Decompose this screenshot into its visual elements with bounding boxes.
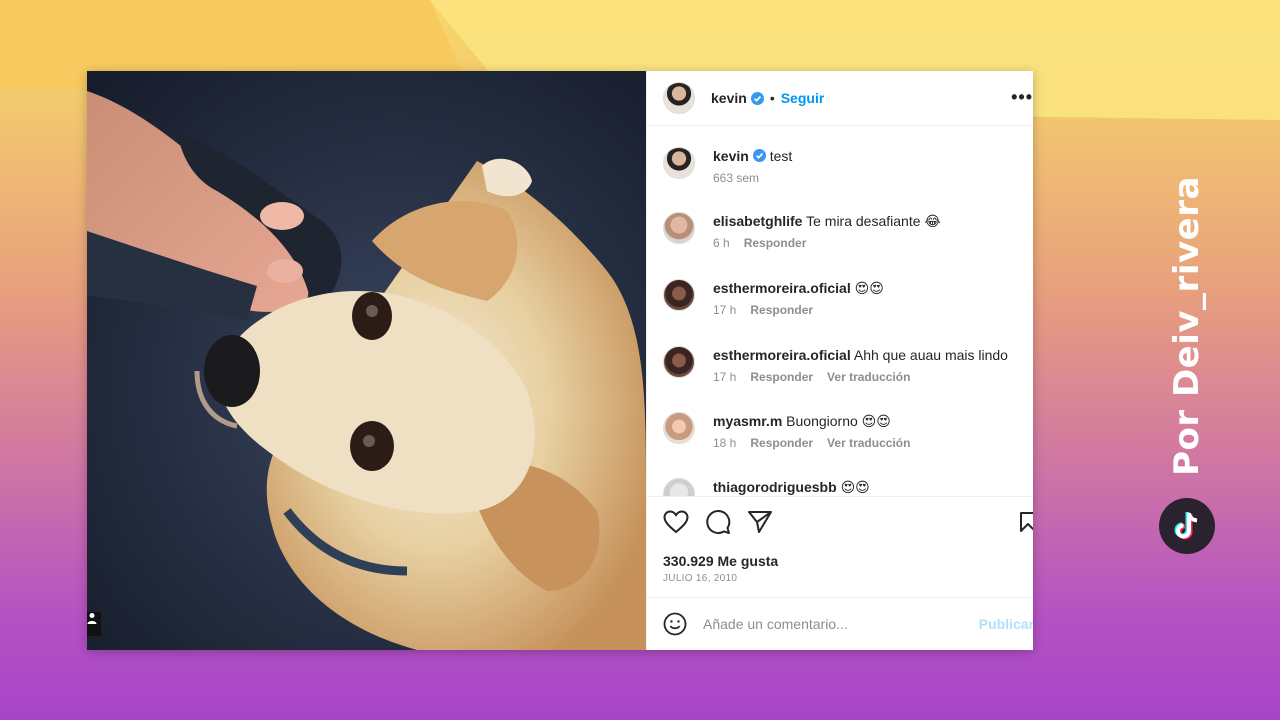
comment-username[interactable]: elisabetghlife bbox=[713, 213, 802, 229]
reply-button[interactable]: Responder bbox=[750, 303, 813, 317]
reply-button[interactable]: Responder bbox=[750, 370, 813, 384]
caption-avatar[interactable] bbox=[663, 147, 695, 179]
tagged-user-icon[interactable] bbox=[87, 612, 101, 636]
post-header: kevin • Seguir ••• bbox=[647, 71, 1033, 126]
comment-username[interactable]: thiagorodriguesbb bbox=[713, 479, 837, 495]
publish-button[interactable]: Publicar bbox=[979, 616, 1033, 632]
caption-username[interactable]: kevin bbox=[713, 148, 749, 164]
tiktok-icon bbox=[1159, 498, 1215, 554]
comment-item: esthermoreira.oficial Ahh que auau mais … bbox=[663, 346, 1008, 384]
dog-photo-illustration bbox=[87, 91, 646, 650]
comment-item: myasmr.m Buongiorno 😍😍 18 h Responder Ver … bbox=[663, 412, 924, 450]
comment-item: esthermoreira.oficial 😍😍 17 h Responder bbox=[663, 279, 884, 317]
post-actions bbox=[663, 509, 773, 535]
comment-time: 17 h bbox=[713, 370, 737, 384]
watermark-text: Por Deiv_rivera bbox=[1167, 176, 1207, 476]
comment-username[interactable]: esthermoreira.oficial bbox=[713, 347, 851, 363]
author-avatar[interactable] bbox=[663, 82, 695, 114]
add-comment-bar: Añade un comentario... Publicar bbox=[647, 597, 1033, 650]
bookmark-icon[interactable] bbox=[1019, 511, 1033, 533]
separator-dot: • bbox=[769, 90, 775, 106]
comment-text: Te mira desafiante 😂 bbox=[806, 213, 941, 229]
verified-badge-icon bbox=[752, 149, 766, 162]
comment-item: thiagorodriguesbb 😍😍 bbox=[663, 478, 870, 496]
comment-time: 18 h bbox=[713, 436, 737, 450]
reply-button[interactable]: Responder bbox=[744, 236, 807, 250]
share-send-icon[interactable] bbox=[747, 510, 773, 534]
comments-list[interactable]: kevin test 663 sem elisabetghlife Te mir… bbox=[647, 126, 1033, 497]
follow-button[interactable]: Seguir bbox=[781, 90, 825, 106]
comment-input[interactable]: Añade un comentario... bbox=[703, 616, 848, 632]
author-username[interactable]: kevin bbox=[711, 90, 747, 106]
commenter-avatar[interactable] bbox=[663, 279, 695, 311]
post-side-panel: kevin • Seguir ••• kevin test 663 sem el… bbox=[646, 71, 1033, 650]
comment-bubble-icon[interactable] bbox=[705, 509, 731, 535]
post-photo[interactable] bbox=[87, 71, 646, 650]
translate-button[interactable]: Ver traducción bbox=[827, 370, 910, 384]
comment-time: 17 h bbox=[713, 303, 737, 317]
verified-badge-icon bbox=[750, 91, 764, 105]
translate-button[interactable]: Ver traducción bbox=[827, 436, 910, 450]
likes-count[interactable]: 330.929 Me gusta bbox=[663, 553, 778, 569]
commenter-avatar[interactable] bbox=[663, 412, 695, 444]
emoji-smiley-icon[interactable] bbox=[663, 612, 687, 636]
comment-time: 6 h bbox=[713, 236, 730, 250]
commenter-avatar[interactable] bbox=[663, 346, 695, 378]
caption: kevin test 663 sem bbox=[663, 147, 792, 185]
comment-item: elisabetghlife Te mira desafiante 😂 6 h R… bbox=[663, 212, 941, 250]
comment-username[interactable]: myasmr.m bbox=[713, 413, 782, 429]
post-window: kevin • Seguir ••• kevin test 663 sem el… bbox=[87, 71, 1033, 650]
like-heart-icon[interactable] bbox=[663, 510, 689, 534]
comment-text: 😍😍 bbox=[854, 280, 884, 296]
commenter-avatar[interactable] bbox=[663, 478, 695, 496]
comment-text: 😍😍 bbox=[840, 479, 870, 495]
comment-username[interactable]: esthermoreira.oficial bbox=[713, 280, 851, 296]
comment-text: Ahh que auau mais lindo bbox=[853, 347, 1008, 363]
post-date: JULIO 16, 2010 bbox=[663, 573, 738, 584]
commenter-avatar[interactable] bbox=[663, 212, 695, 244]
caption-text: test bbox=[769, 148, 793, 164]
more-options-icon[interactable]: ••• bbox=[1011, 87, 1033, 108]
reply-button[interactable]: Responder bbox=[750, 436, 813, 450]
caption-time: 663 sem bbox=[713, 171, 760, 185]
comment-text: Buongiorno 😍😍 bbox=[786, 413, 891, 429]
